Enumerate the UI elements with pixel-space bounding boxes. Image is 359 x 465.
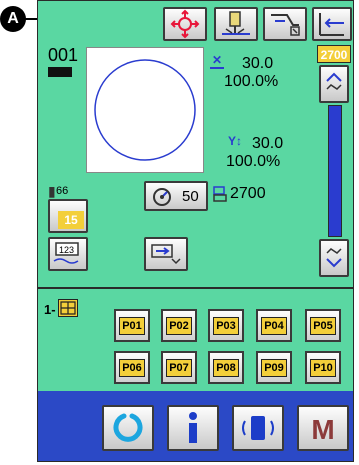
pattern-button-p09[interactable]: P09 [256, 351, 292, 384]
stitch-counter-icon: 123 [53, 242, 79, 264]
pattern-label-p10: P10 [310, 359, 336, 377]
pattern-label-p02: P02 [166, 317, 192, 335]
pattern-move-button[interactable] [163, 7, 207, 41]
pattern-label-p01: P01 [119, 317, 145, 335]
information-button[interactable] [167, 405, 219, 451]
pattern-circle [94, 59, 196, 161]
scroll-down-button[interactable] [319, 239, 349, 277]
pattern-button-p01[interactable]: P01 [114, 309, 150, 342]
communication-icon [242, 416, 274, 440]
pattern-button-p08[interactable]: P08 [208, 351, 244, 384]
y-scale-size: 30.0 [252, 135, 284, 152]
x-scale-percent: 100.0% [224, 73, 279, 90]
svg-text:123: 123 [59, 245, 74, 255]
color-swatch [48, 67, 72, 77]
pattern-button-p06[interactable]: P06 [114, 351, 150, 384]
pattern-label-p06: P06 [119, 359, 145, 377]
thread-tension-value: 66 [56, 185, 69, 197]
y-scale-percent: 100.0% [226, 153, 281, 170]
pattern-button-p07[interactable]: P07 [161, 351, 197, 384]
thread-trim-button[interactable] [263, 7, 307, 41]
counter-value: 2700 [230, 185, 266, 202]
mode-label: M [311, 414, 335, 445]
sewing-panel-screen: 001 ✕ 30.0 100.0% Y↕ 30.0 100.0% 2700 ▮ … [37, 0, 354, 462]
ready-button[interactable] [102, 405, 154, 451]
speed-value: 50 [182, 188, 199, 205]
y-axis-icon: Y↕ [228, 134, 243, 148]
x-scale-arrow-icon [210, 67, 224, 69]
pattern-label-p07: P07 [166, 359, 192, 377]
pattern-number: 001 [48, 45, 79, 65]
pattern-button-p10[interactable]: P10 [305, 351, 341, 384]
x-scale-size: 30.0 [242, 55, 274, 72]
move-arrows-icon [170, 9, 200, 39]
feed-icon [151, 244, 181, 265]
origin-return-button[interactable] [312, 7, 352, 41]
up-arrow-icon [326, 72, 342, 90]
speed-button[interactable]: 50 [144, 181, 208, 211]
pattern-label-p04: P04 [261, 317, 287, 335]
group-label: 1- [44, 302, 56, 317]
bottom-bar: M [38, 391, 353, 461]
down-arrow-icon [326, 248, 342, 268]
pattern-label-p05: P05 [310, 317, 336, 335]
counter-icon [212, 185, 228, 203]
pattern-preview-area [86, 47, 204, 173]
pattern-button-p03[interactable]: P03 [208, 309, 244, 342]
origin-return-icon [319, 13, 344, 36]
pattern-label-p09: P09 [261, 359, 287, 377]
speed-icon [153, 188, 171, 206]
tension-value-button[interactable]: 15 [48, 199, 88, 233]
vertical-slider-track[interactable] [328, 105, 342, 237]
count-badge: 2700 [317, 45, 351, 63]
x-axis-icon: ✕ [212, 53, 223, 67]
pattern-button-p05[interactable]: P05 [305, 309, 341, 342]
pattern-button-p04[interactable]: P04 [256, 309, 292, 342]
tension-badge: 15 [58, 211, 84, 229]
pattern-label-p08: P08 [213, 359, 239, 377]
pattern-label-p03: P03 [213, 317, 239, 335]
feed-button[interactable] [144, 237, 188, 271]
stitch-count-button[interactable]: 123 [48, 237, 88, 271]
pattern-button-p02[interactable]: P02 [161, 309, 197, 342]
group-grid-icon [58, 299, 78, 317]
communication-button[interactable] [232, 405, 284, 451]
presser-needle-icon [222, 11, 250, 35]
thread-trim-icon [271, 14, 300, 36]
mode-button[interactable]: M [297, 405, 349, 451]
scroll-up-button[interactable] [319, 65, 349, 103]
needle-thread-button[interactable] [214, 7, 258, 41]
info-icon [189, 412, 197, 443]
ready-icon [113, 413, 143, 442]
thread-tension-icon: ▮ [48, 183, 56, 199]
section-divider [38, 287, 353, 289]
